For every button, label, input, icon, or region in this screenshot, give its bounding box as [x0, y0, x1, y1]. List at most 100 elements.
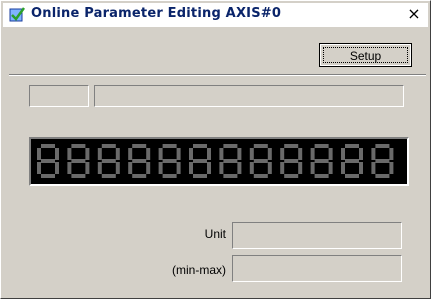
digit-segment — [132, 174, 147, 178]
digit-segment — [176, 148, 181, 160]
digit-segment — [189, 162, 193, 174]
digit-segment — [207, 148, 211, 160]
setup-button-label: Setup — [349, 49, 382, 63]
range-label: (min-max) — [172, 263, 226, 277]
digit-segment — [298, 162, 303, 174]
digit-segment — [223, 174, 238, 178]
digit-segment — [207, 162, 211, 174]
digit-segment — [249, 148, 254, 160]
digit-segment — [41, 144, 55, 148]
digit-segment — [219, 162, 224, 174]
digit-segment — [193, 174, 207, 178]
display-digit — [189, 144, 211, 178]
digit-segment — [223, 159, 238, 163]
range-field[interactable] — [232, 255, 402, 282]
close-button[interactable]: × — [406, 6, 422, 22]
digit-segment — [375, 174, 390, 178]
digit-segment — [41, 159, 55, 163]
digit-segment — [237, 148, 242, 160]
digit-segment — [371, 162, 376, 174]
digit-segment — [267, 162, 272, 174]
digit-segment — [314, 159, 329, 163]
digit-segment — [189, 148, 193, 160]
digit-segment — [115, 162, 120, 174]
display-digit — [67, 144, 90, 178]
digit-segment — [37, 162, 41, 174]
digit-segment — [389, 162, 394, 174]
digit-segment — [310, 162, 315, 174]
digit-segment — [101, 144, 116, 148]
digit-segment — [375, 144, 390, 148]
digit-segment — [284, 159, 299, 163]
digit-segment — [237, 162, 242, 174]
digit-segment — [101, 174, 116, 178]
display-digit — [249, 144, 272, 178]
parameter-editing-window: Online Parameter Editing AXIS#0 × Setup … — [0, 0, 431, 299]
digit-segment — [176, 162, 181, 174]
digit-segment — [37, 148, 41, 160]
segment-digits — [37, 144, 394, 178]
digit-segment — [162, 174, 177, 178]
digit-segment — [249, 162, 254, 174]
parameter-name-field[interactable] — [94, 85, 404, 107]
digit-segment — [55, 148, 59, 160]
digit-segment — [193, 144, 207, 148]
digit-segment — [359, 162, 363, 174]
digit-segment — [71, 144, 86, 148]
digit-segment — [85, 162, 90, 174]
digit-segment — [162, 159, 177, 163]
digit-segment — [162, 144, 177, 148]
digit-segment — [280, 148, 285, 160]
parameter-number-field[interactable] — [29, 85, 89, 107]
digit-segment — [158, 148, 163, 160]
unit-field[interactable] — [232, 222, 402, 249]
digit-segment — [146, 162, 151, 174]
digit-segment — [314, 174, 329, 178]
digit-segment — [345, 159, 359, 163]
digit-segment — [389, 148, 394, 160]
digit-segment — [193, 159, 207, 163]
digit-segment — [310, 148, 315, 160]
display-digit — [280, 144, 303, 178]
setup-button[interactable]: Setup — [319, 43, 412, 67]
title-bar[interactable]: Online Parameter Editing AXIS#0 × — [3, 3, 428, 27]
digit-segment — [97, 148, 102, 160]
digit-segment — [115, 148, 120, 160]
digit-segment — [85, 148, 90, 160]
display-digit — [158, 144, 181, 178]
display-digit — [310, 144, 333, 178]
window-title: Online Parameter Editing AXIS#0 — [31, 6, 282, 21]
display-digit — [128, 144, 151, 178]
unit-label: Unit — [204, 227, 226, 241]
digit-segment — [132, 144, 147, 148]
digit-segment — [284, 144, 299, 148]
digit-segment — [341, 148, 345, 160]
digit-segment — [71, 159, 86, 163]
digit-segment — [67, 148, 72, 160]
digit-segment — [284, 174, 299, 178]
digit-segment — [328, 148, 333, 160]
digit-segment — [71, 174, 86, 178]
digit-segment — [41, 174, 55, 178]
seven-segment-display — [29, 137, 409, 186]
display-digit — [37, 144, 59, 178]
digit-segment — [298, 148, 303, 160]
digit-segment — [341, 162, 345, 174]
digit-segment — [223, 144, 238, 148]
display-digit — [371, 144, 394, 178]
digit-segment — [132, 159, 147, 163]
digit-segment — [67, 162, 72, 174]
digit-segment — [345, 144, 359, 148]
digit-segment — [280, 162, 285, 174]
digit-segment — [253, 174, 268, 178]
digit-segment — [328, 162, 333, 174]
digit-segment — [128, 162, 133, 174]
digit-segment — [375, 159, 390, 163]
check-icon — [9, 7, 26, 22]
digit-segment — [314, 144, 329, 148]
digit-segment — [267, 148, 272, 160]
digit-segment — [101, 159, 116, 163]
digit-segment — [128, 148, 133, 160]
separator-line — [9, 74, 426, 76]
digit-segment — [55, 162, 59, 174]
